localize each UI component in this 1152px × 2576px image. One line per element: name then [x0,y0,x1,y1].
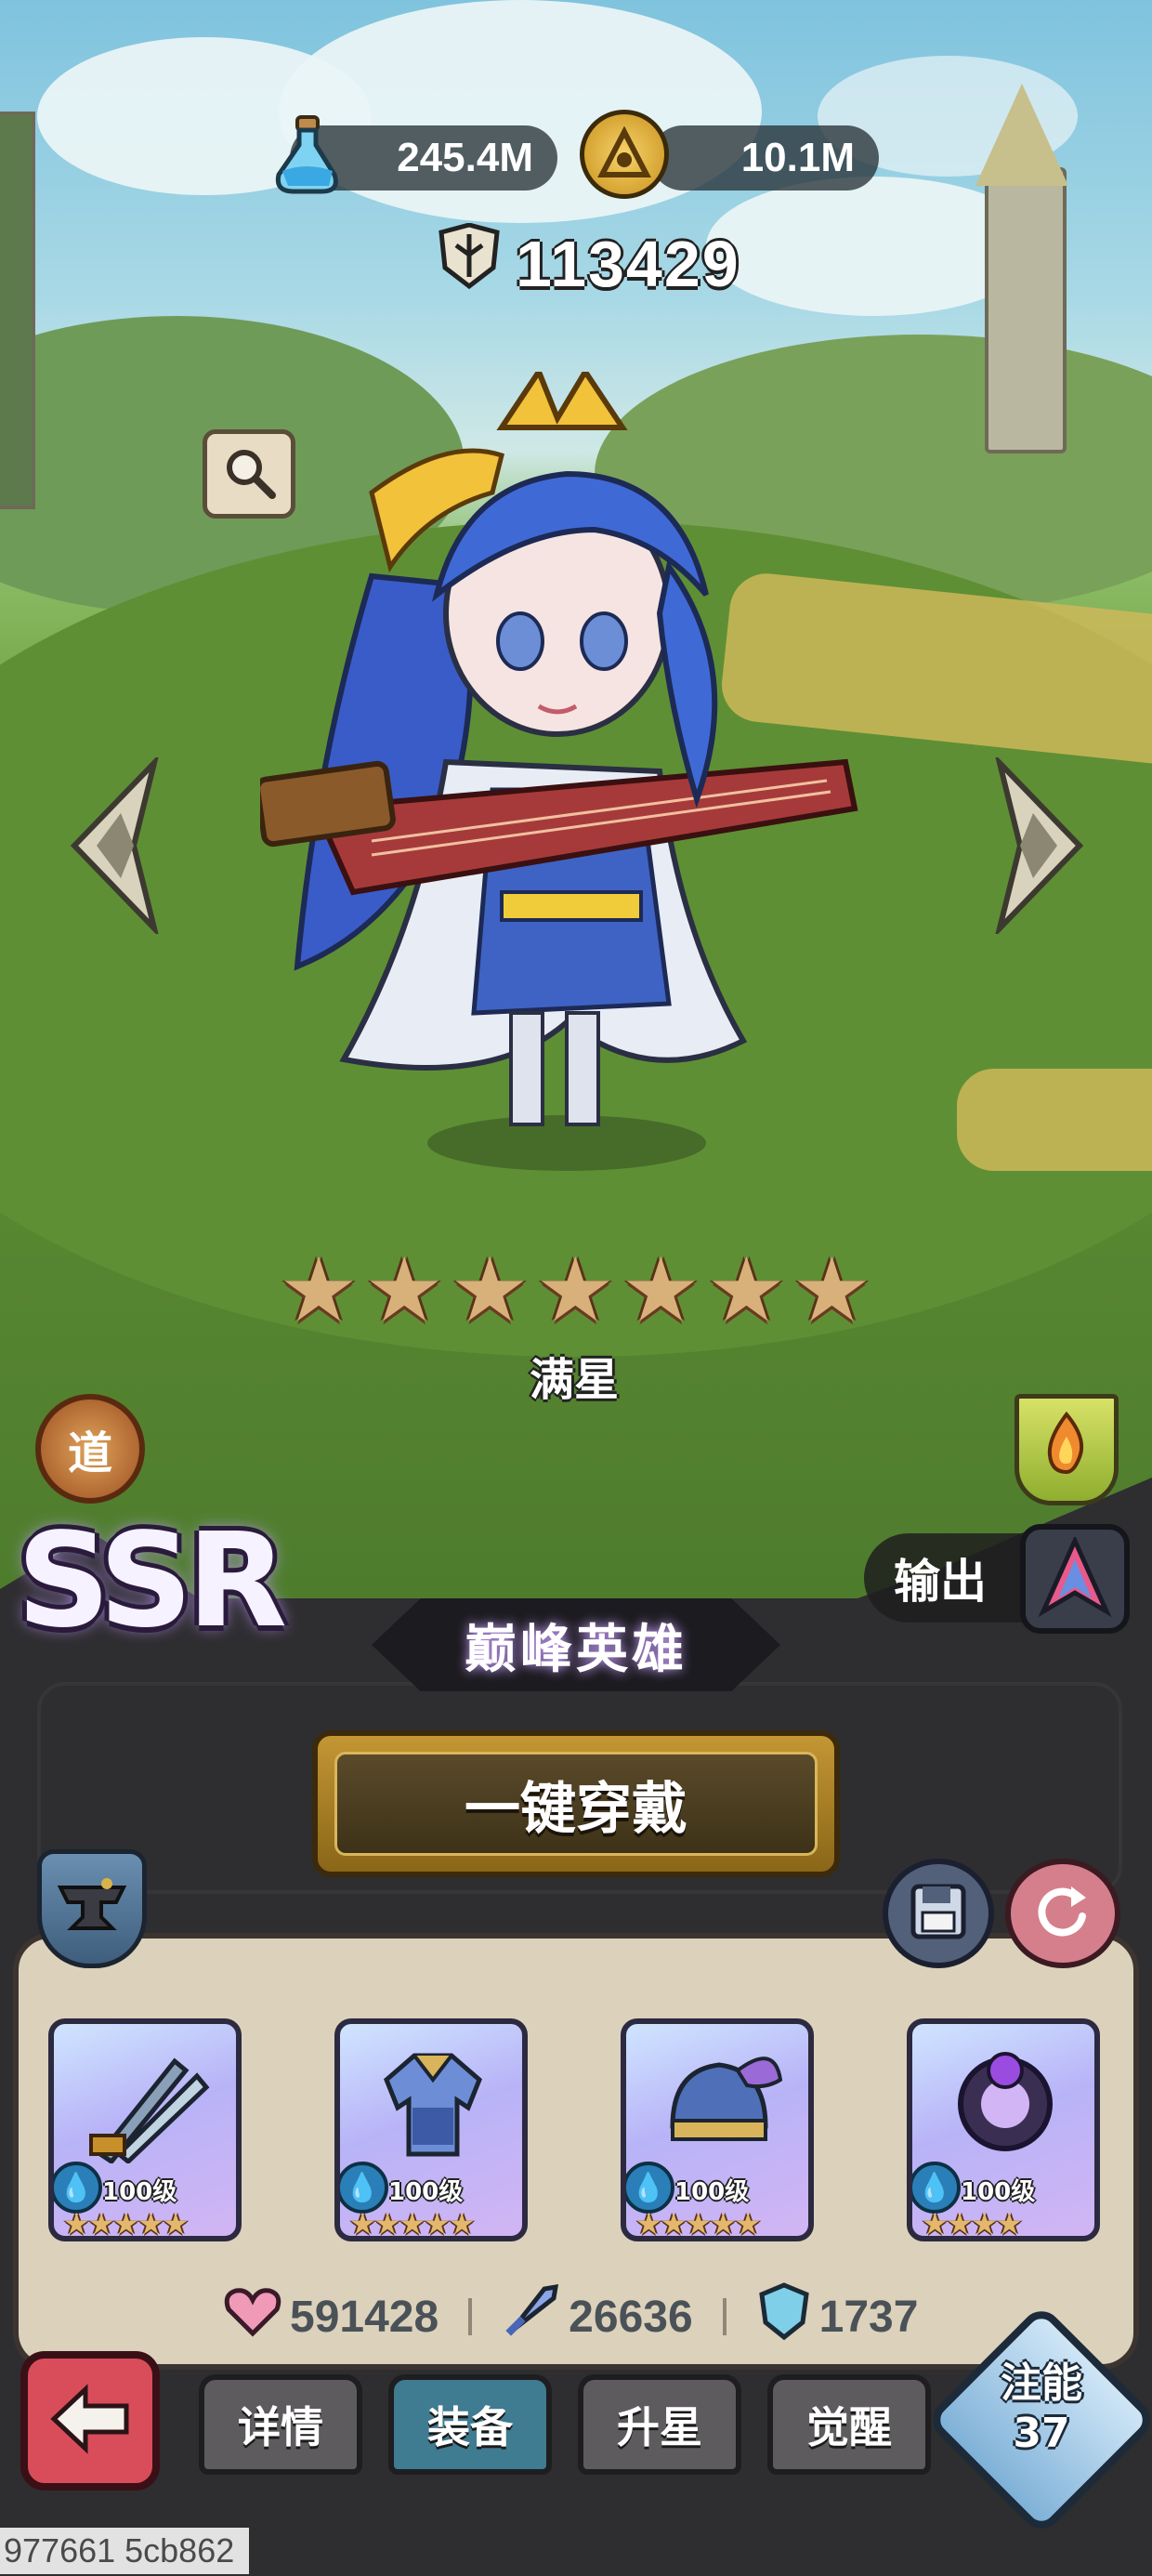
equipment-level: 100级 [102,2178,177,2206]
sword-icon [502,2281,561,2352]
role-icon-button[interactable] [1020,1524,1130,1634]
session-id-text: 977661 5cb862 [0,2528,249,2574]
back-arrow-icon [48,2382,132,2460]
stat-hp: 591428 [223,2285,439,2348]
combat-power: 113429 [432,222,740,305]
tab-equipment-label: 装备 [427,2402,513,2452]
floppy-disk-icon [906,1879,971,1948]
hero-star-rating: ★ ★ ★ ★ ★ ★ ★ [279,1245,871,1334]
equip-all-button[interactable]: 一键穿戴 [312,1730,840,1877]
coin-counter: 10.1M [650,125,879,191]
potion-flask-icon [262,110,351,199]
role-label: 输出 [864,1533,1041,1623]
armor-icon [368,2043,498,2163]
equipment-level: 100级 [388,2178,464,2206]
coin-value: 10.1M [740,135,855,180]
stat-defense: 1737 [756,2281,919,2352]
refresh-icon [1030,1879,1095,1948]
tab-details[interactable]: 详情 [199,2374,362,2475]
star-icon: ★ [792,1238,872,1342]
rarity-label: SSR [17,1505,287,1657]
hp-value: 591428 [290,2292,439,2342]
equipment-slot-accessory[interactable]: 💧 100级 ★★★★ [907,2018,1100,2241]
potion-value: 245.4M [397,135,533,180]
tab-star-up[interactable]: 升星 [578,2374,741,2475]
helmet-icon [654,2043,784,2163]
reset-button[interactable] [1005,1859,1120,1968]
star-icon: ★ [621,1238,701,1342]
back-button[interactable] [20,2351,160,2491]
equipment-slot-weapon[interactable]: 💧 100级 ★★★★★ [48,2018,242,2241]
flame-icon [1039,1411,1094,1490]
dark-ring-icon [940,2043,1070,2163]
hero-portrait[interactable] [255,365,892,1180]
equip-all-label: 一键穿戴 [334,1752,818,1856]
role-label-text: 输出 [894,1555,987,1609]
equipment-stars: ★★★★★ [349,2206,475,2241]
infuse-button-text: 注能 37 [959,2359,1124,2459]
infuse-label: 注能 [1001,2359,1082,2407]
equipment-level: 100级 [961,2178,1036,2206]
equipment-stars: ★★★★★ [635,2206,761,2241]
tab-awaken-label: 觉醒 [806,2402,892,2452]
star-icon: ★ [450,1238,530,1342]
equipment-slot-armor[interactable]: 💧 100级 ★★★★★ [334,2018,528,2241]
previous-hero-button[interactable] [65,753,167,939]
star-icon: ★ [706,1238,787,1342]
stat-divider [722,2298,727,2335]
chevron-right-icon [987,753,1089,939]
chevron-left-icon [65,753,167,939]
tab-star-up-label: 升星 [617,2402,702,2452]
arrowhead-icon [1038,1534,1112,1621]
equipment-stars: ★★★★ [922,2206,1023,2241]
equipment-level: 100级 [674,2178,750,2206]
star-status-label: 满星 [530,1354,620,1406]
save-loadout-button[interactable] [883,1859,994,1968]
equipment-stars: ★★★★★ [63,2206,189,2241]
gold-coin-icon [580,110,669,199]
heart-icon [223,2285,282,2348]
peak-hero-title: 巅峰英雄 [465,1619,687,1680]
anvil-icon [55,1874,129,1943]
flame-banner-button[interactable] [1015,1394,1119,1505]
tab-details-label: 详情 [238,2402,323,2452]
star-icon: ★ [364,1238,445,1342]
star-icon: ★ [279,1238,360,1342]
next-hero-button[interactable] [987,753,1089,939]
attack-value: 26636 [569,2292,693,2342]
shield-icon [756,2281,812,2352]
tab-awaken[interactable]: 觉醒 [767,2374,931,2475]
tab-equipment[interactable]: 装备 [388,2374,552,2475]
peak-hero-banner: 巅峰英雄 [372,1598,780,1691]
equipment-slot-helmet[interactable]: 💧 100级 ★★★★★ [621,2018,814,2241]
hero-stats-row: 591428 26636 1737 [223,2281,918,2352]
stat-divider [468,2298,473,2335]
power-crest-icon [432,222,506,305]
faction-badge[interactable]: 道 [35,1394,145,1504]
power-value: 113429 [516,228,740,300]
infuse-count: 37 [1013,2410,1070,2457]
faction-badge-label: 道 [67,1427,112,1479]
defense-value: 1737 [818,2292,919,2342]
forge-button[interactable] [37,1849,147,1968]
star-icon: ★ [535,1238,616,1342]
stat-attack: 26636 [502,2281,693,2352]
twin-blades-icon [82,2043,212,2165]
